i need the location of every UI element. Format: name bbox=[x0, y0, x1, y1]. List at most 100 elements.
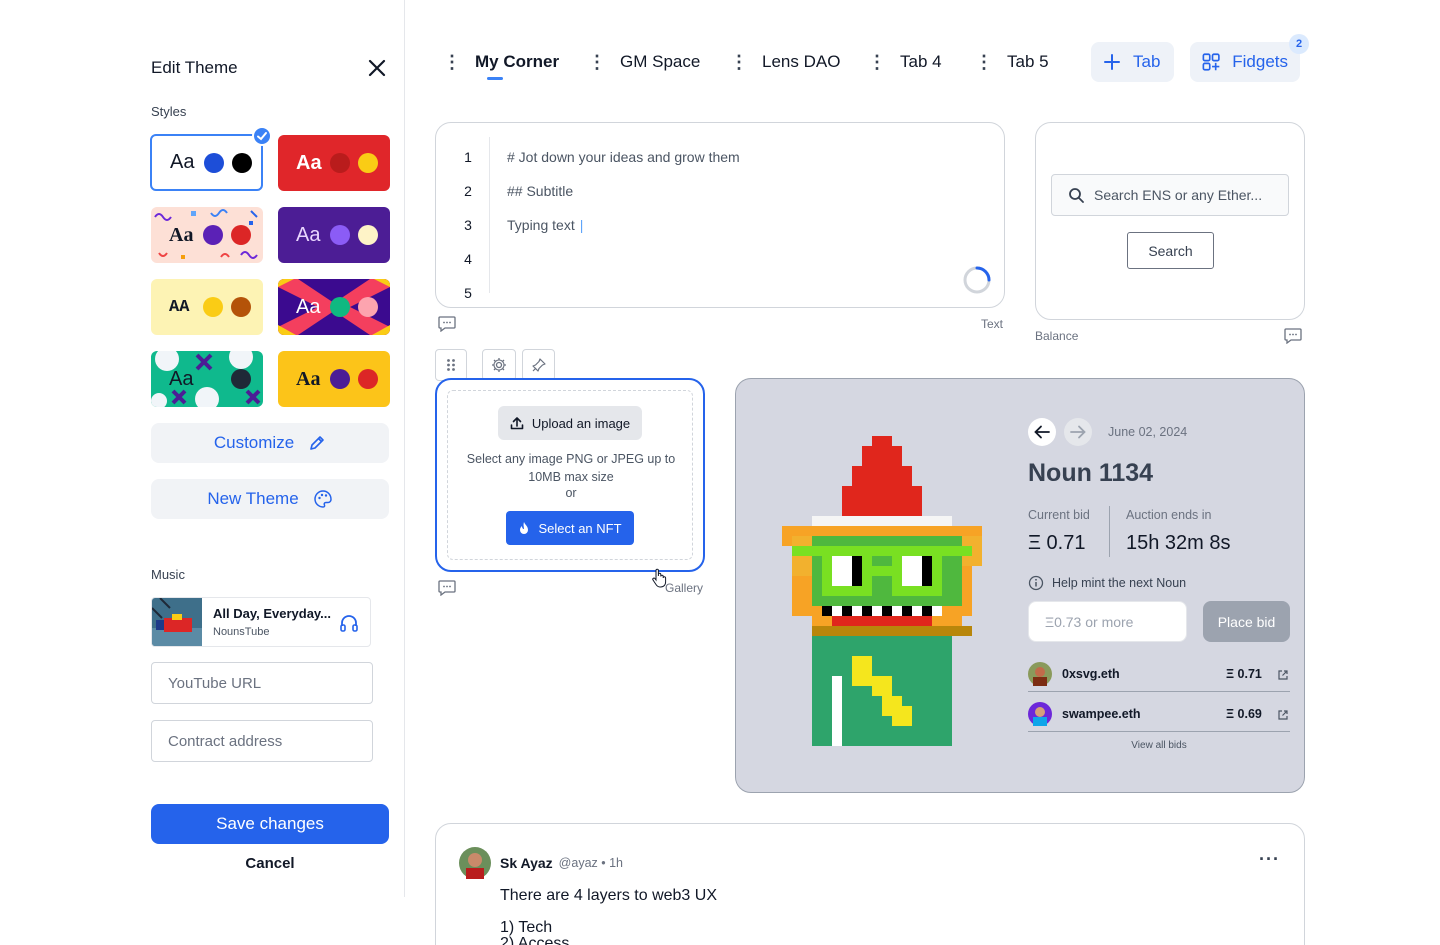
swatch-text: AA bbox=[169, 297, 190, 317]
customize-button[interactable]: Customize bbox=[151, 423, 389, 463]
plus-icon bbox=[1104, 54, 1120, 70]
color-dot bbox=[231, 297, 251, 317]
author-avatar[interactable] bbox=[459, 847, 491, 879]
balance-fidget-caption: Balance bbox=[1035, 329, 1079, 343]
color-dot bbox=[358, 225, 378, 245]
kebab-menu-icon[interactable]: ⋮ bbox=[588, 53, 606, 71]
gallery-fidget-caption: Gallery bbox=[665, 581, 704, 595]
color-dot bbox=[203, 369, 223, 389]
next-noun-button[interactable] bbox=[1064, 418, 1092, 446]
current-bid-value: Ξ 0.71 bbox=[1028, 532, 1086, 554]
bid-amount-input[interactable]: Ξ0.73 or more bbox=[1028, 601, 1187, 642]
color-dot bbox=[358, 369, 378, 389]
tab-4[interactable]: ⋮ Tab 4 bbox=[868, 50, 942, 74]
divider bbox=[1109, 506, 1110, 557]
arrow-right-icon bbox=[1070, 425, 1086, 439]
music-player[interactable]: All Day, Everyday... NounsTube bbox=[151, 597, 371, 647]
bid-row: swampee.eth Ξ 0.69 bbox=[1028, 702, 1290, 732]
line-number: 2 bbox=[464, 183, 472, 199]
fidgets-button[interactable]: Fidgets bbox=[1190, 42, 1300, 82]
new-theme-button[interactable]: New Theme bbox=[151, 479, 389, 519]
previous-noun-button[interactable] bbox=[1028, 418, 1056, 446]
external-link-icon[interactable] bbox=[1277, 709, 1289, 721]
swatch-text: Aa bbox=[169, 367, 194, 390]
tab-5[interactable]: ⋮ Tab 5 bbox=[975, 50, 1049, 74]
drag-handle[interactable] bbox=[435, 349, 467, 381]
auction-ends-label: Auction ends in bbox=[1126, 508, 1212, 522]
tab-label: My Corner bbox=[475, 52, 560, 71]
kebab-menu-icon[interactable]: ⋮ bbox=[443, 53, 461, 71]
color-dot bbox=[231, 369, 251, 389]
selected-check-icon bbox=[252, 126, 272, 146]
select-nft-button[interactable]: Select an NFT bbox=[506, 511, 634, 545]
theme-swatch-cross[interactable]: Aa bbox=[278, 279, 390, 335]
cast-text: There are 4 layers to web3 UX bbox=[500, 887, 717, 904]
more-options-icon[interactable]: ··· bbox=[1259, 850, 1280, 868]
text-fidget[interactable]: 1 2 3 4 5 # Jot down your ideas and grow… bbox=[435, 122, 1005, 308]
loading-spinner-icon bbox=[963, 266, 991, 294]
gear-icon bbox=[492, 358, 506, 372]
search-icon bbox=[1069, 188, 1084, 203]
theme-swatch-skulls[interactable]: Aa bbox=[151, 351, 263, 407]
noun-title: Noun 1134 bbox=[1028, 459, 1154, 487]
cancel-button[interactable]: Cancel bbox=[151, 855, 389, 872]
music-channel: NounsTube bbox=[213, 626, 270, 638]
tab-gm-space[interactable]: ⋮ GM Space bbox=[588, 50, 700, 74]
external-link-icon[interactable] bbox=[1277, 669, 1289, 681]
ens-search-input[interactable]: Search ENS or any Ether... bbox=[1051, 174, 1289, 216]
settings-button[interactable] bbox=[482, 349, 516, 381]
swatch-text: Aa bbox=[296, 367, 321, 390]
contract-address-input[interactable]: Contract address bbox=[151, 720, 373, 762]
close-icon[interactable] bbox=[367, 58, 387, 78]
upload-image-button[interactable]: Upload an image bbox=[498, 406, 642, 440]
kebab-menu-icon[interactable]: ⋮ bbox=[868, 53, 886, 71]
headphones-icon[interactable] bbox=[339, 613, 359, 633]
comment-icon[interactable] bbox=[1284, 328, 1302, 344]
search-button[interactable]: Search bbox=[1127, 232, 1214, 269]
theme-swatch-default[interactable]: Aa bbox=[150, 134, 263, 191]
kebab-menu-icon[interactable]: ⋮ bbox=[730, 53, 748, 71]
flame-icon bbox=[520, 522, 529, 534]
editor-line: # Jot down your ideas and grow them bbox=[507, 149, 740, 165]
swatch-text: Aa bbox=[296, 223, 321, 246]
sidebar-title: Edit Theme bbox=[151, 58, 238, 77]
editor-content[interactable]: # Jot down your ideas and grow them ## S… bbox=[507, 140, 740, 242]
text-cursor: | bbox=[579, 217, 584, 233]
swatch-text: Aa bbox=[169, 223, 194, 246]
fidgets-label: Fidgets bbox=[1232, 52, 1288, 71]
bid-row: 0xsvg.eth Ξ 0.71 bbox=[1028, 662, 1290, 692]
gallery-fidget[interactable]: Upload an image Select any image PNG or … bbox=[435, 378, 705, 572]
save-changes-button[interactable]: Save changes bbox=[151, 804, 389, 844]
color-dot bbox=[232, 152, 252, 173]
pin-icon bbox=[531, 358, 546, 372]
music-title: All Day, Everyday... bbox=[213, 606, 332, 621]
view-all-bids-link[interactable]: View all bids bbox=[1028, 740, 1290, 751]
theme-swatch-gold[interactable]: Aa bbox=[278, 351, 390, 407]
color-dot bbox=[330, 153, 350, 173]
text-fidget-caption: Text bbox=[981, 317, 1004, 331]
balance-fidget: Search ENS or any Ether... Search bbox=[1035, 122, 1305, 320]
bidder-avatar bbox=[1028, 662, 1052, 686]
tab-my-corner[interactable]: ⋮ My Corner bbox=[443, 50, 559, 74]
line-number: 4 bbox=[464, 251, 472, 267]
pin-button[interactable] bbox=[522, 349, 555, 381]
styles-label: Styles bbox=[151, 104, 187, 119]
youtube-url-input[interactable]: YouTube URL bbox=[151, 662, 373, 704]
bidder-avatar bbox=[1028, 702, 1052, 726]
bidder-name: swampee.eth bbox=[1062, 707, 1141, 721]
bidder-name: 0xsvg.eth bbox=[1062, 667, 1120, 681]
author-name[interactable]: Sk Ayaz bbox=[500, 855, 553, 871]
help-mint-label: Help mint the next Noun bbox=[1052, 576, 1187, 590]
comment-icon[interactable] bbox=[438, 580, 456, 596]
tab-lens-dao[interactable]: ⋮ Lens DAO bbox=[730, 50, 840, 74]
comment-icon[interactable] bbox=[438, 316, 456, 332]
theme-swatch-pink-pattern[interactable]: Aa bbox=[151, 207, 263, 263]
theme-swatch-red[interactable]: Aa bbox=[278, 135, 390, 191]
kebab-menu-icon[interactable]: ⋮ bbox=[975, 53, 993, 71]
theme-swatch-yellow[interactable]: AA bbox=[151, 279, 263, 335]
line-number: 1 bbox=[464, 149, 472, 165]
add-tab-button[interactable]: Tab bbox=[1091, 42, 1174, 82]
theme-swatch-purple[interactable]: Aa bbox=[278, 207, 390, 263]
auction-date: June 02, 2024 bbox=[1108, 425, 1188, 439]
place-bid-button[interactable]: Place bid bbox=[1203, 601, 1290, 642]
